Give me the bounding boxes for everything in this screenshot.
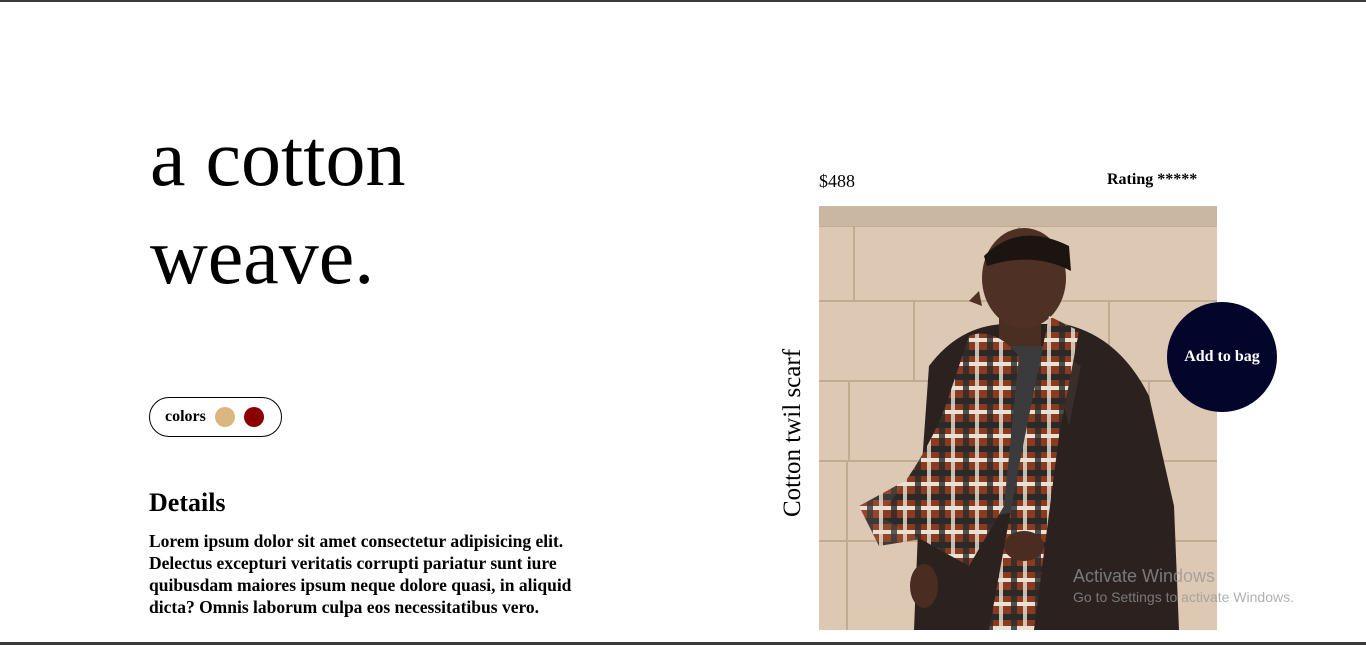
add-to-bag-button[interactable]: Add to bag	[1167, 302, 1277, 412]
details-description: Lorem ipsum dolor sit amet consectetur a…	[149, 531, 572, 617]
color-swatch-tan[interactable]	[214, 407, 235, 427]
product-name: Cotton twil scarf	[779, 348, 806, 518]
hero-line-2: weave.	[150, 213, 375, 301]
watermark-title: Activate Windows	[1073, 566, 1216, 586]
product-rating: Rating *****	[1107, 171, 1198, 188]
product-page: a cotton weave. colors Details Lorem ips…	[0, 0, 1366, 645]
windows-activation-watermark: Activate Windows Go to Settings to activ…	[1073, 566, 1294, 605]
hero-headline: a cotton weave.	[150, 110, 405, 306]
product-price: $488	[819, 171, 855, 191]
color-swatch-dark-red[interactable]	[243, 407, 264, 427]
watermark-subtitle: Go to Settings to activate Windows.	[1073, 589, 1294, 605]
color-selector: colors	[149, 397, 282, 437]
hero-line-1: a cotton	[150, 115, 406, 203]
top-divider	[0, 0, 1366, 2]
details-heading: Details	[149, 488, 226, 517]
colors-label: colors	[165, 408, 206, 425]
